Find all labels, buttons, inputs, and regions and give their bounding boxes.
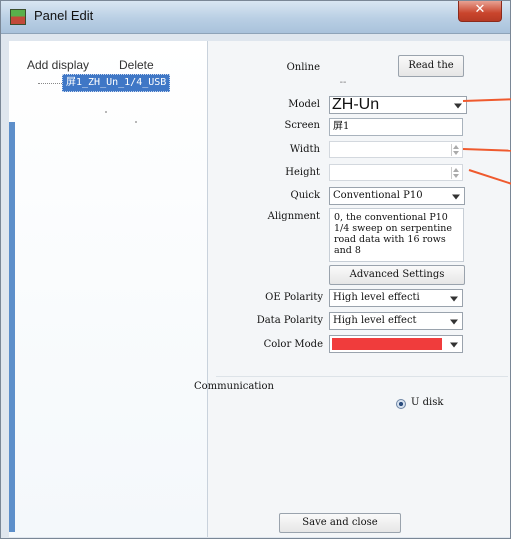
chevron-down-icon bbox=[450, 296, 458, 302]
dust-speck bbox=[135, 121, 137, 123]
quick-value: Conventional P10 bbox=[333, 190, 423, 201]
display-tree-panel: Add display Delete 屏1_ZH_Un_1/4_USB bbox=[9, 41, 208, 537]
udisk-radio[interactable] bbox=[396, 399, 406, 409]
save-and-close-button[interactable]: Save and close bbox=[279, 513, 401, 533]
model-value: ZH-Un bbox=[332, 96, 380, 113]
data-polarity-value: High level effect bbox=[333, 315, 417, 326]
quick-label: Quick bbox=[290, 190, 321, 201]
tree-item-screen1[interactable]: 屏1_ZH_Un_1/4_USB bbox=[62, 74, 171, 92]
screen-name-input[interactable]: 屏1 bbox=[329, 118, 463, 136]
alignment-description: 0, the conventional P10 1/4 sweep on ser… bbox=[329, 208, 464, 262]
chevron-down-icon bbox=[454, 103, 462, 109]
quick-select[interactable]: Conventional P10 bbox=[329, 187, 465, 205]
height-spinner-icon[interactable] bbox=[451, 167, 460, 179]
add-display-button[interactable]: Add display bbox=[27, 58, 89, 72]
online-label: Online bbox=[286, 62, 320, 73]
model-label: Model bbox=[288, 99, 320, 110]
close-button[interactable]: ✕ bbox=[458, 1, 502, 22]
color-mode-select[interactable] bbox=[329, 335, 463, 353]
title-bar: Panel Edit ✕ bbox=[1, 1, 510, 34]
height-input[interactable] bbox=[329, 164, 463, 181]
oe-polarity-select[interactable]: High level effecti bbox=[329, 289, 463, 307]
app-icon bbox=[10, 9, 26, 25]
section-divider bbox=[216, 376, 508, 377]
color-mode-label: Color Mode bbox=[263, 339, 323, 350]
window-title: Panel Edit bbox=[34, 8, 94, 23]
color-mode-swatch bbox=[332, 338, 442, 350]
status-dash: -- bbox=[339, 77, 347, 88]
screen-label: Screen bbox=[284, 120, 320, 131]
left-scrollbar[interactable] bbox=[9, 122, 15, 532]
width-label: Width bbox=[289, 144, 320, 155]
data-polarity-select[interactable]: High level effect bbox=[329, 312, 463, 330]
width-spinner-icon[interactable] bbox=[451, 144, 460, 156]
settings-panel: Online Read the -- Model ZH-Un Screen 屏1… bbox=[194, 41, 510, 537]
dust-speck bbox=[105, 111, 107, 113]
advanced-settings-button[interactable]: Advanced Settings bbox=[329, 265, 465, 285]
chevron-down-icon bbox=[450, 342, 458, 348]
model-select[interactable]: ZH-Un bbox=[329, 96, 467, 114]
read-button[interactable]: Read the bbox=[398, 55, 464, 77]
data-polarity-label: Data Polarity bbox=[256, 315, 323, 326]
alignment-label: Alignment bbox=[267, 211, 320, 222]
panel-edit-window: Panel Edit ✕ Add display Delete 屏1_ZH_Un… bbox=[0, 0, 511, 539]
chevron-down-icon bbox=[450, 319, 458, 325]
oe-polarity-label: OE Polarity bbox=[265, 292, 323, 303]
chevron-down-icon bbox=[452, 194, 460, 200]
height-label: Height bbox=[285, 167, 320, 178]
delete-button[interactable]: Delete bbox=[119, 58, 154, 72]
communication-label: Communication bbox=[194, 381, 274, 392]
oe-polarity-value: High level effecti bbox=[333, 292, 420, 303]
tree-connector bbox=[38, 83, 62, 85]
udisk-label: U disk bbox=[411, 397, 444, 408]
width-input[interactable] bbox=[329, 141, 463, 158]
